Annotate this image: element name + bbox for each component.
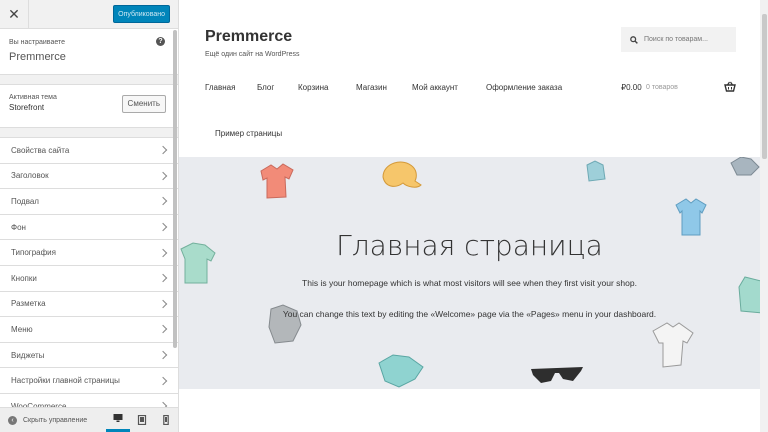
customizer-header: ✕ Опубликовано [0,0,178,29]
chevron-right-icon [158,171,168,181]
help-icon[interactable]: ? [156,37,165,46]
cart-item-count[interactable]: 0 товаров [646,84,678,91]
tshirt-illustration-icon [652,322,694,368]
tablet-icon [137,414,147,425]
chevron-right-icon [158,197,168,206]
section-label: Свойства сайта [11,145,70,155]
cart-total[interactable]: ₽0.00 [621,83,642,92]
change-theme-button[interactable]: Сменить [121,95,166,113]
shirt-illustration-icon [378,354,424,388]
chevron-right-icon [158,299,168,309]
active-theme-panel: Активная тема Storefront Сменить [0,84,178,128]
nav-link-cart[interactable]: Корзина [298,83,328,92]
section-label: Меню [11,324,33,334]
publish-button[interactable]: Опубликовано [113,5,170,23]
product-search-field[interactable]: Поиск по товарам... [621,27,736,52]
mobile-icon [163,414,169,425]
section-label: Подвал [11,196,39,206]
page-content-area [179,389,760,432]
sidebar-scrollbar[interactable] [173,30,177,348]
basket-icon[interactable] [724,81,736,92]
section-buttons[interactable]: Кнопки [0,265,178,292]
section-background[interactable]: Фон [0,214,178,241]
chevron-right-icon [158,146,168,155]
close-customizer-button[interactable]: ✕ [0,0,29,29]
customizing-site-name: Premmerce [9,51,66,63]
chevron-right-icon [158,248,168,257]
site-preview: Premmerce Ещё один сайт на WordPress Пои… [179,0,768,432]
section-label: Кнопки [11,273,37,283]
nav-link-shop[interactable]: Магазин [356,83,387,92]
shirt-illustration-icon [260,163,294,199]
section-footer[interactable]: Подвал [0,189,178,215]
chevron-right-icon [158,222,168,232]
section-header[interactable]: Заголовок [0,163,178,190]
chevron-right-icon [158,376,168,385]
customizing-label: Вы настраиваете [9,39,66,46]
customizer-sections: Свойства сайта Заголовок Подвал Фон Типо… [0,137,178,420]
section-typography[interactable]: Типография [0,240,178,266]
desktop-preview-button[interactable] [106,407,130,432]
hero-banner: Главная страница This is your homepage w… [179,157,760,389]
collapse-sidebar-button[interactable]: Скрыть управление [23,417,87,424]
section-site-identity[interactable]: Свойства сайта [0,138,178,164]
chevron-right-icon [158,350,168,360]
mobile-preview-button[interactable] [154,407,178,432]
section-label: Заголовок [11,171,49,181]
collapse-sidebar-icon[interactable]: ‹ [8,415,17,425]
hero-title: Главная страница [336,229,603,262]
shirt-illustration-icon [730,157,760,176]
nav-link-checkout[interactable]: Оформление заказа [486,83,562,92]
cap-illustration-icon [382,161,422,188]
section-layout[interactable]: Разметка [0,291,178,318]
section-widgets[interactable]: Виджеты [0,342,178,369]
hoodie-illustration-icon [586,160,606,182]
preview-scrollbar[interactable] [760,0,768,432]
section-label: Типография [11,248,56,258]
nav-link-blog[interactable]: Блог [257,83,274,92]
section-label: Разметка [11,299,46,309]
search-icon [630,35,638,44]
section-label: Виджеты [11,350,45,360]
hero-paragraph: You can change this text by editing the … [282,309,657,319]
desktop-icon [113,414,123,422]
site-title[interactable]: Premmerce [205,28,292,46]
section-menus[interactable]: Меню [0,317,178,343]
preview-scrollbar-thumb[interactable] [762,14,767,159]
chevron-right-icon [158,274,168,283]
close-icon: ✕ [8,6,20,22]
nav-link-home[interactable]: Главная [205,83,235,92]
nav-link-my-account[interactable]: Мой аккаунт [412,83,458,92]
tablet-preview-button[interactable] [130,407,154,432]
chevron-right-icon [158,325,168,334]
section-label: Настройки главной страницы [11,376,120,386]
site-tagline: Ещё один сайт на WordPress [205,51,300,58]
section-homepage-settings[interactable]: Настройки главной страницы [0,368,178,394]
customizer-footer: ‹ Скрыть управление [0,407,178,432]
customizer-sidebar: ✕ Опубликовано Вы настраиваете Premmerce… [0,0,179,432]
search-placeholder: Поиск по товарам... [644,36,708,43]
hero-paragraph: This is your homepage which is what most… [302,278,637,288]
customizing-info: Вы настраиваете Premmerce ? [0,29,178,75]
section-label: Фон [11,222,26,232]
sunglasses-illustration-icon [531,367,583,383]
nav-link-sample-page[interactable]: Пример страницы [215,129,282,138]
